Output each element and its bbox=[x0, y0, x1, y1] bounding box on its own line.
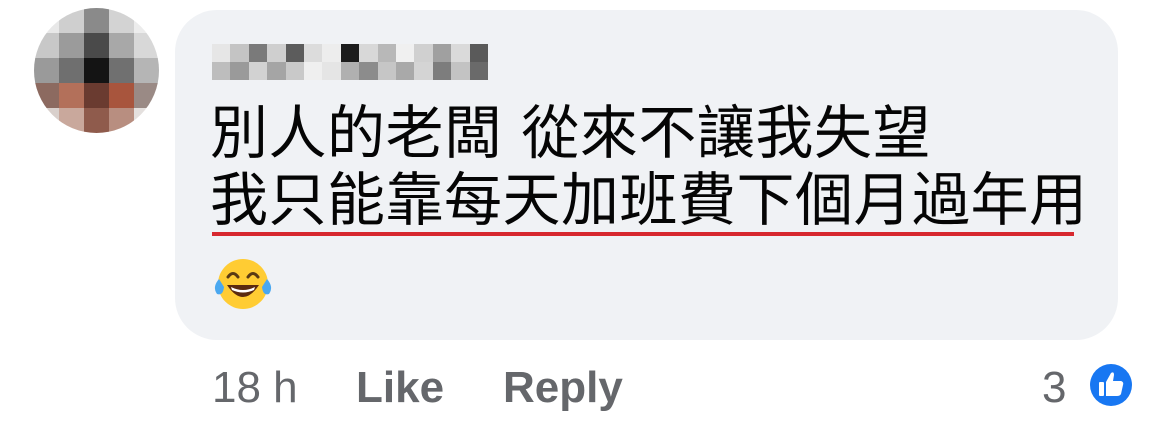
author-name-pixel bbox=[322, 62, 341, 80]
author-name-pixel bbox=[212, 62, 231, 80]
avatar-pixel bbox=[59, 108, 84, 133]
author-name-pixel bbox=[395, 62, 415, 80]
author-name-pixel bbox=[414, 44, 433, 62]
avatar-pixel bbox=[134, 8, 159, 33]
red-underline-annotation bbox=[212, 232, 1074, 236]
avatar-pixel bbox=[109, 58, 134, 83]
author-name-pixel bbox=[340, 62, 360, 80]
reaction-count[interactable]: 3 bbox=[1042, 360, 1066, 416]
author-name-pixel bbox=[285, 44, 304, 62]
avatar-pixel bbox=[59, 8, 84, 33]
avatar-pixel bbox=[59, 33, 84, 58]
author-name-pixel bbox=[303, 62, 323, 80]
author-name-pixel bbox=[395, 44, 415, 62]
avatar-pixel bbox=[84, 33, 109, 58]
author-name-pixel bbox=[469, 62, 488, 80]
author-name-pixel bbox=[377, 44, 396, 62]
avatar-pixel bbox=[34, 33, 59, 58]
avatar-pixel bbox=[84, 108, 109, 133]
avatar-pixel bbox=[84, 8, 109, 33]
reply-button[interactable]: Reply bbox=[503, 360, 623, 416]
avatar-pixel bbox=[59, 83, 84, 108]
avatar-pixel bbox=[109, 108, 134, 133]
author-name-pixelated[interactable] bbox=[212, 44, 488, 80]
avatar-pixel bbox=[59, 58, 84, 83]
avatar-pixel bbox=[34, 108, 59, 133]
avatar-pixel bbox=[109, 33, 134, 58]
author-name-pixel bbox=[230, 44, 249, 62]
author-name-pixel bbox=[451, 62, 470, 80]
comment-text-line-2: 我只能靠每天加班費下個月過年用 bbox=[210, 166, 1088, 234]
author-name-pixel bbox=[285, 62, 304, 80]
author-name-pixel bbox=[377, 62, 396, 80]
author-name-pixel bbox=[469, 44, 488, 62]
like-icon[interactable] bbox=[1086, 360, 1136, 410]
avatar-pixel bbox=[34, 58, 59, 83]
avatar-pixel bbox=[134, 108, 159, 133]
author-name-pixel bbox=[359, 44, 378, 62]
comment-timestamp[interactable]: 18 h bbox=[212, 360, 298, 416]
author-name-pixel bbox=[248, 44, 268, 62]
author-name-pixel bbox=[432, 44, 452, 62]
author-name-pixel bbox=[212, 44, 231, 62]
avatar-pixel bbox=[134, 58, 159, 83]
author-name-pixel bbox=[267, 44, 286, 62]
avatar-pixel bbox=[84, 58, 109, 83]
avatar-pixel bbox=[34, 8, 59, 33]
face-with-tears-of-joy-icon bbox=[214, 259, 272, 309]
author-name-pixel bbox=[267, 62, 286, 80]
avatar-pixel bbox=[109, 83, 134, 108]
like-button[interactable]: Like bbox=[356, 360, 444, 416]
author-name-pixel bbox=[303, 44, 323, 62]
avatar[interactable] bbox=[34, 8, 159, 133]
avatar-pixel bbox=[84, 83, 109, 108]
author-name-pixel bbox=[340, 44, 360, 62]
author-name-pixel bbox=[432, 62, 452, 80]
avatar-pixel bbox=[134, 83, 159, 108]
author-name-pixel bbox=[414, 62, 433, 80]
avatar-pixel bbox=[34, 83, 59, 108]
author-name-pixel bbox=[248, 62, 268, 80]
avatar-pixel bbox=[134, 33, 159, 58]
author-name-pixel bbox=[230, 62, 249, 80]
comment-text-line-1: 別人的老闆 從來不讓我失望 bbox=[210, 99, 931, 167]
author-name-pixel bbox=[359, 62, 378, 80]
author-name-pixel bbox=[322, 44, 341, 62]
avatar-pixel bbox=[109, 8, 134, 33]
author-name-pixel bbox=[451, 44, 470, 62]
